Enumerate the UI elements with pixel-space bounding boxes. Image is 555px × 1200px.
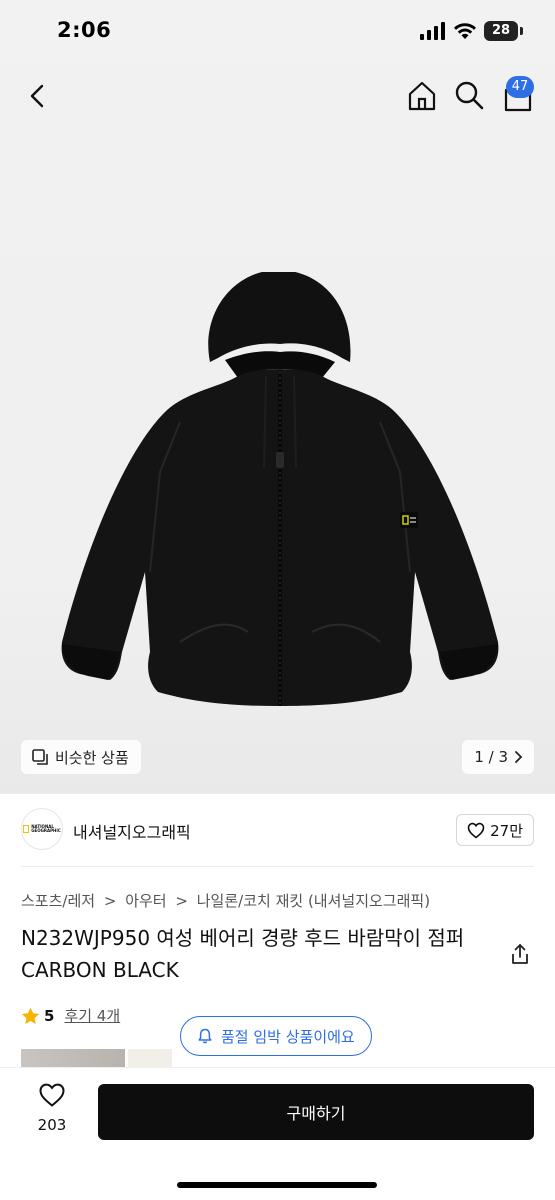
product-title: N232WJP950 여성 베어리 경량 후드 바람막이 점퍼 CARBON B… (21, 926, 465, 982)
chevron-right-icon (515, 751, 523, 763)
rating-score: 5 (44, 1006, 55, 1025)
back-icon[interactable] (22, 80, 54, 112)
share-icon[interactable] (509, 943, 531, 965)
store-follow-button[interactable]: 27만 (456, 814, 534, 846)
cart-badge: 47 (506, 76, 534, 98)
status-time: 2:06 (57, 18, 112, 42)
page-indicator-text: 1 / 3 (474, 748, 508, 766)
home-indicator (177, 1182, 377, 1188)
breadcrumb-item[interactable]: 아우터 (125, 892, 166, 910)
store-logo[interactable]: NATIONAL GEOGRAPHIC (21, 808, 63, 850)
reviews-link[interactable]: 후기 4개 (64, 1005, 120, 1026)
status-bar: 2:06 28 (0, 0, 555, 62)
product-image (61, 272, 499, 706)
breadcrumb-separator: > (175, 892, 188, 910)
store-name[interactable]: 내셔널지오그래픽 (73, 819, 191, 843)
similar-products-button[interactable]: 비슷한 상품 (21, 740, 141, 774)
bottom-action-bar: 203 구매하기 (0, 1068, 555, 1200)
battery-cap (520, 27, 523, 35)
breadcrumb[interactable]: 스포츠/레저 > 아우터 > 나일론/코치 재킷 (내셔널지오그래픽) (21, 890, 434, 911)
section-divider (21, 866, 534, 867)
star-icon (21, 1007, 40, 1024)
soldout-notice[interactable]: 품절 임박 상품이에요 (180, 1016, 372, 1056)
cellular-signal-icon (420, 22, 445, 40)
product-image-gallery[interactable]: 47 비슷한 상품 1 / 3 (0, 62, 555, 794)
rating-row[interactable]: 5 후기 4개 (21, 1005, 120, 1026)
breadcrumb-separator: > (103, 892, 117, 910)
like-button[interactable]: 203 (28, 1082, 76, 1142)
like-count: 203 (37, 1116, 67, 1134)
national-geographic-logo: NATIONAL GEOGRAPHIC (23, 825, 61, 833)
breadcrumb-item[interactable]: 스포츠/레저 (21, 892, 95, 910)
similar-icon (32, 749, 48, 765)
review-thumbnail[interactable] (21, 1049, 125, 1069)
store-row[interactable]: NATIONAL GEOGRAPHIC 내셔널지오그래픽 27만 (21, 806, 534, 856)
image-page-indicator[interactable]: 1 / 3 (462, 740, 534, 774)
breadcrumb-item[interactable]: 나일론/코치 재킷 (내셔널지오그래픽) (197, 892, 430, 910)
review-thumbnail[interactable] (128, 1049, 172, 1069)
heart-outline-icon (467, 822, 485, 839)
battery-indicator: 28 (484, 21, 518, 41)
bell-icon (198, 1028, 212, 1044)
soldout-notice-text: 품절 임박 상품이에요 (221, 1027, 355, 1046)
heart-icon (39, 1083, 65, 1107)
follow-count: 27만 (490, 821, 523, 840)
home-icon[interactable] (404, 78, 440, 114)
similar-products-label: 비슷한 상품 (55, 748, 129, 767)
buy-button[interactable]: 구매하기 (98, 1084, 534, 1140)
wifi-icon (454, 23, 476, 39)
search-icon[interactable] (452, 78, 486, 112)
